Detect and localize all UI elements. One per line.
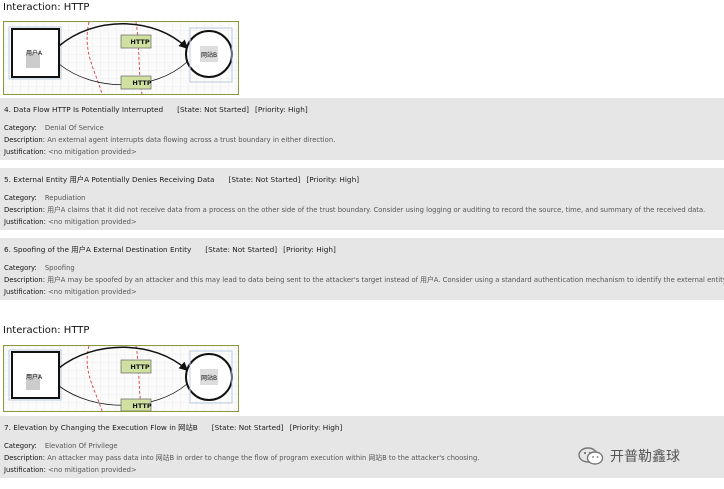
process-b-label: 网站B <box>201 374 217 382</box>
threat-priority: [Priority: High] <box>254 105 308 114</box>
threat-title: 5. External Entity 用户A Potentially Denie… <box>4 175 215 184</box>
threat-title: 7. Elevation by Changing the Execution F… <box>4 423 198 432</box>
description-value: 用户A claims that it did not receive data … <box>47 206 706 214</box>
threat-header: 7. Elevation by Changing the Execution F… <box>0 416 724 440</box>
category-value: Spoofing <box>44 264 75 272</box>
description-label: Description: <box>4 454 46 462</box>
threat-item: 4. Data Flow HTTP Is Potentially Interru… <box>0 98 724 160</box>
threat-title: 4. Data Flow HTTP Is Potentially Interru… <box>4 105 164 114</box>
justification-value: <no mitigation provided> <box>48 466 137 474</box>
threat-priority: [Priority: High] <box>289 423 343 432</box>
threat-body: Category: Spoofing Description: 用户A may b… <box>0 262 724 300</box>
threat-header: 5. External Entity 用户A Potentially Denie… <box>0 168 724 192</box>
dataflow-diagram: 用户A 网站B HTTP HTTP <box>3 21 239 95</box>
dataflow-diagram: 用户A 网站B HTTP HTTP <box>3 345 239 412</box>
watermark: 开普勒鑫球 <box>578 446 680 466</box>
process-b-label: 网站B <box>201 51 217 59</box>
justification-value: <no mitigation provided> <box>48 148 137 156</box>
threat-header: 4. Data Flow HTTP Is Potentially Interru… <box>0 98 724 122</box>
flow-bottom-label: HTTP <box>132 79 151 87</box>
justification-label: Justification: <box>4 218 46 226</box>
threat-priority: [Priority: High] <box>283 245 336 254</box>
category-label: Category: <box>4 442 37 450</box>
justification-label: Justification: <box>4 288 46 296</box>
description-label: Description: <box>4 206 46 214</box>
category-label: Category: <box>4 124 37 132</box>
threat-priority: [Priority: High] <box>306 175 360 184</box>
threat-state: [State: Not Started] <box>211 423 284 432</box>
flow-top-label: HTTP <box>130 38 149 46</box>
flow-top-label: HTTP <box>130 363 149 371</box>
category-value: Denial Of Service <box>44 124 104 132</box>
threat-state: [State: Not Started] <box>228 175 301 184</box>
interaction-title: Interaction: HTTP <box>3 2 90 13</box>
threat-header: 6. Spoofing of the 用户A External Destinat… <box>0 238 724 262</box>
description-value: An attacker may pass data into 网站B in or… <box>47 454 480 462</box>
justification-value: <no mitigation provided> <box>48 288 137 296</box>
description-label: Description: <box>4 276 46 284</box>
wechat-icon <box>578 447 604 465</box>
category-value: Elevation Of Privilege <box>44 442 118 450</box>
threat-title: 6. Spoofing of the 用户A External Destinat… <box>4 245 192 254</box>
watermark-text: 开普勒鑫球 <box>610 449 680 465</box>
justification-label: Justification: <box>4 148 46 156</box>
entity-a-label: 用户A <box>26 49 43 57</box>
category-label: Category: <box>4 194 37 202</box>
category-label: Category: <box>4 264 37 272</box>
entity-a-label: 用户A <box>26 373 43 381</box>
threat-body: Category: Repudiation Description: 用户A cl… <box>0 192 724 230</box>
threat-state: [State: Not Started] <box>205 245 278 254</box>
interaction-title: Interaction: HTTP <box>3 325 90 336</box>
threat-item: 5. External Entity 用户A Potentially Denie… <box>0 168 724 230</box>
description-value: 用户A may be spoofed by an attacker and th… <box>47 276 724 284</box>
description-value: An external agent interrupts data flowin… <box>47 136 336 144</box>
description-label: Description: <box>4 136 46 144</box>
threat-state: [State: Not Started] <box>177 105 249 114</box>
category-value: Repudiation <box>44 194 86 202</box>
justification-label: Justification: <box>4 466 46 474</box>
threat-item: 6. Spoofing of the 用户A External Destinat… <box>0 238 724 300</box>
flow-bottom-label: HTTP <box>132 402 151 410</box>
justification-value: <no mitigation provided> <box>48 218 137 226</box>
threat-body: Category: Denial Of Service Description: … <box>0 122 724 160</box>
